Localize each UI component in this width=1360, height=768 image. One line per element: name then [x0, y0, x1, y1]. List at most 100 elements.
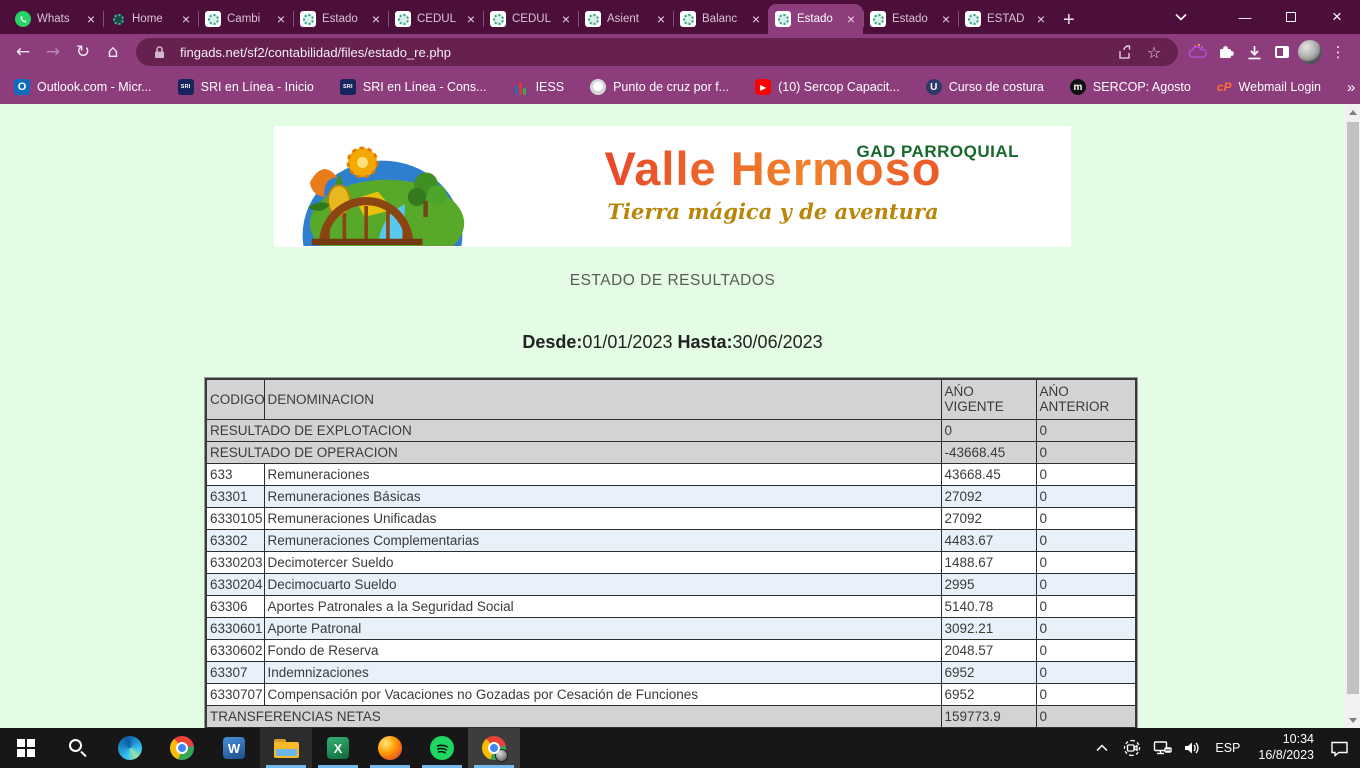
reload-button[interactable]: ↻ [68, 37, 98, 67]
bookmark-iess[interactable]: IESS [513, 79, 565, 95]
tab-estad-4[interactable]: ESTAD × [958, 4, 1053, 34]
tab-label: CEDUL [417, 13, 460, 25]
table-row: 6330601 Aporte Patronal 3092.21 0 [206, 617, 1136, 639]
tab-close-icon[interactable]: × [466, 12, 476, 26]
taskbar-chrome-button[interactable] [156, 728, 208, 768]
bookmark-curso-costura[interactable]: U Curso de costura [926, 79, 1044, 95]
cross-stitch-icon [590, 79, 606, 95]
tab-close-icon[interactable]: × [846, 12, 856, 26]
tray-chevron-up-icon[interactable] [1089, 728, 1115, 768]
taskbar-chrome-profile-button[interactable] [468, 728, 520, 768]
browser-menu-icon[interactable]: ⋮ [1324, 38, 1352, 66]
tab-cedul-1[interactable]: CEDUL × [388, 4, 483, 34]
tab-estado-active[interactable]: Estado × [768, 4, 863, 34]
tab-close-icon[interactable]: × [941, 12, 951, 26]
tab-close-icon[interactable]: × [181, 12, 191, 26]
taskbar-excel-button[interactable]: X [312, 728, 364, 768]
tab-asient[interactable]: Asient × [578, 4, 673, 34]
bookmark-punto-de-cruz[interactable]: Punto de cruz por f... [590, 79, 729, 95]
tray-language[interactable]: ESP [1209, 741, 1246, 755]
row-anterior: 0 [1036, 551, 1136, 573]
scrollbar-up-icon[interactable] [1345, 104, 1360, 120]
col-ano-anterior: AŃO ANTERIOR [1036, 379, 1136, 419]
taskbar-spotify-button[interactable] [416, 728, 468, 768]
tab-label: Asient [607, 13, 650, 25]
tab-close-icon[interactable]: × [86, 12, 96, 26]
outlook-icon: O [14, 79, 30, 95]
tab-search-chevron-icon[interactable] [1158, 0, 1204, 34]
tray-volume-icon[interactable] [1179, 728, 1205, 768]
new-tab-button[interactable]: + [1063, 10, 1075, 30]
bookmark-outlook[interactable]: O Outlook.com - Micr... [14, 79, 152, 95]
row-anterior: 0 [1036, 683, 1136, 705]
bookmark-label: SERCOP: Agosto [1093, 80, 1191, 94]
row-vigente: 159773.9 [941, 705, 1036, 727]
bookmark-sri-inicio[interactable]: SRI SRI en Línea - Inicio [178, 79, 314, 95]
minimize-button[interactable]: — [1222, 0, 1268, 34]
profile-avatar[interactable] [1296, 38, 1324, 66]
windows-logo-icon [17, 739, 35, 757]
tab-close-icon[interactable]: × [1036, 12, 1046, 26]
action-center-icon[interactable] [1326, 728, 1352, 768]
taskbar-file-explorer-button[interactable] [260, 728, 312, 768]
taskbar-search-button[interactable] [52, 728, 104, 768]
tab-label: Balanc [702, 13, 745, 25]
tab-cedul-2[interactable]: CEDUL × [483, 4, 578, 34]
row-name: Remuneraciones Complementarias [264, 529, 941, 551]
tab-label: ESTAD [987, 13, 1030, 25]
bookmark-sercop-agosto[interactable]: m SERCOP: Agosto [1070, 79, 1191, 95]
tray-clock[interactable]: 10:34 16/8/2023 [1250, 732, 1322, 763]
tray-network-icon[interactable] [1149, 728, 1175, 768]
address-bar[interactable]: fingads.net/sf2/contabilidad/files/estad… [136, 38, 1178, 66]
sri-icon: SRI [178, 79, 194, 95]
taskbar-word-button[interactable]: W [208, 728, 260, 768]
tab-close-icon[interactable]: × [371, 12, 381, 26]
firefox-icon [378, 736, 402, 760]
home-button[interactable]: ⌂ [98, 37, 128, 67]
bookmark-sercop-youtube[interactable]: ▶ (10) Sercop Capacit... [755, 79, 900, 95]
side-panel-icon[interactable] [1268, 38, 1296, 66]
tab-close-icon[interactable]: × [656, 12, 666, 26]
bookmark-star-icon[interactable]: ☆ [1140, 38, 1168, 66]
taskbar-edge-button[interactable] [104, 728, 156, 768]
url-text[interactable]: fingads.net/sf2/contabilidad/files/estad… [180, 45, 1112, 60]
tab-estado-1[interactable]: Estado × [293, 4, 388, 34]
tray-meet-icon[interactable] [1119, 728, 1145, 768]
downloads-icon[interactable] [1240, 38, 1268, 66]
tab-close-icon[interactable]: × [561, 12, 571, 26]
table-row: 6330105 Remuneraciones Unificadas 27092 … [206, 507, 1136, 529]
tab-balanc[interactable]: Balanc × [673, 4, 768, 34]
extensions-puzzle-icon[interactable] [1212, 38, 1240, 66]
back-button[interactable]: ← [8, 37, 38, 67]
tab-home[interactable]: Home × [103, 4, 198, 34]
page-scrollbar[interactable] [1345, 104, 1360, 728]
bookmark-webmail[interactable]: cP Webmail Login [1217, 79, 1321, 95]
chrome-icon [482, 736, 506, 760]
start-button[interactable] [0, 728, 52, 768]
row-vigente: 0 [941, 419, 1036, 441]
tab-close-icon[interactable]: × [751, 12, 761, 26]
table-row: 63301 Remuneraciones Básicas 27092 0 [206, 485, 1136, 507]
scrollbar-thumb[interactable] [1347, 122, 1359, 694]
cloud-extension-icon[interactable] [1184, 38, 1212, 66]
results-table: CODIGO DENOMINACION AŃO VIGENTE AŃO ANTE… [205, 378, 1137, 728]
forward-button[interactable]: → [38, 37, 68, 67]
tab-whatsapp[interactable]: Whats × [8, 4, 103, 34]
word-icon: W [223, 737, 245, 759]
maximize-button[interactable] [1268, 0, 1314, 34]
cpanel-icon: cP [1217, 79, 1232, 95]
row-anterior: 0 [1036, 441, 1136, 463]
close-button[interactable]: × [1314, 0, 1360, 34]
taskbar-firefox-button[interactable] [364, 728, 416, 768]
hasta-value: 30/06/2023 [733, 332, 823, 352]
share-icon[interactable] [1112, 38, 1140, 66]
fingads-favicon-icon [110, 11, 126, 27]
excel-icon: X [327, 737, 349, 759]
bookmark-sri-consultas[interactable]: SRI SRI en Línea - Cons... [340, 79, 487, 95]
bookmarks-overflow-icon[interactable]: » [1347, 79, 1355, 96]
tab-estado-3[interactable]: Estado × [863, 4, 958, 34]
row-vigente: -43668.45 [941, 441, 1036, 463]
tab-cambi[interactable]: Cambi × [198, 4, 293, 34]
tab-close-icon[interactable]: × [276, 12, 286, 26]
scrollbar-down-icon[interactable] [1349, 718, 1357, 723]
